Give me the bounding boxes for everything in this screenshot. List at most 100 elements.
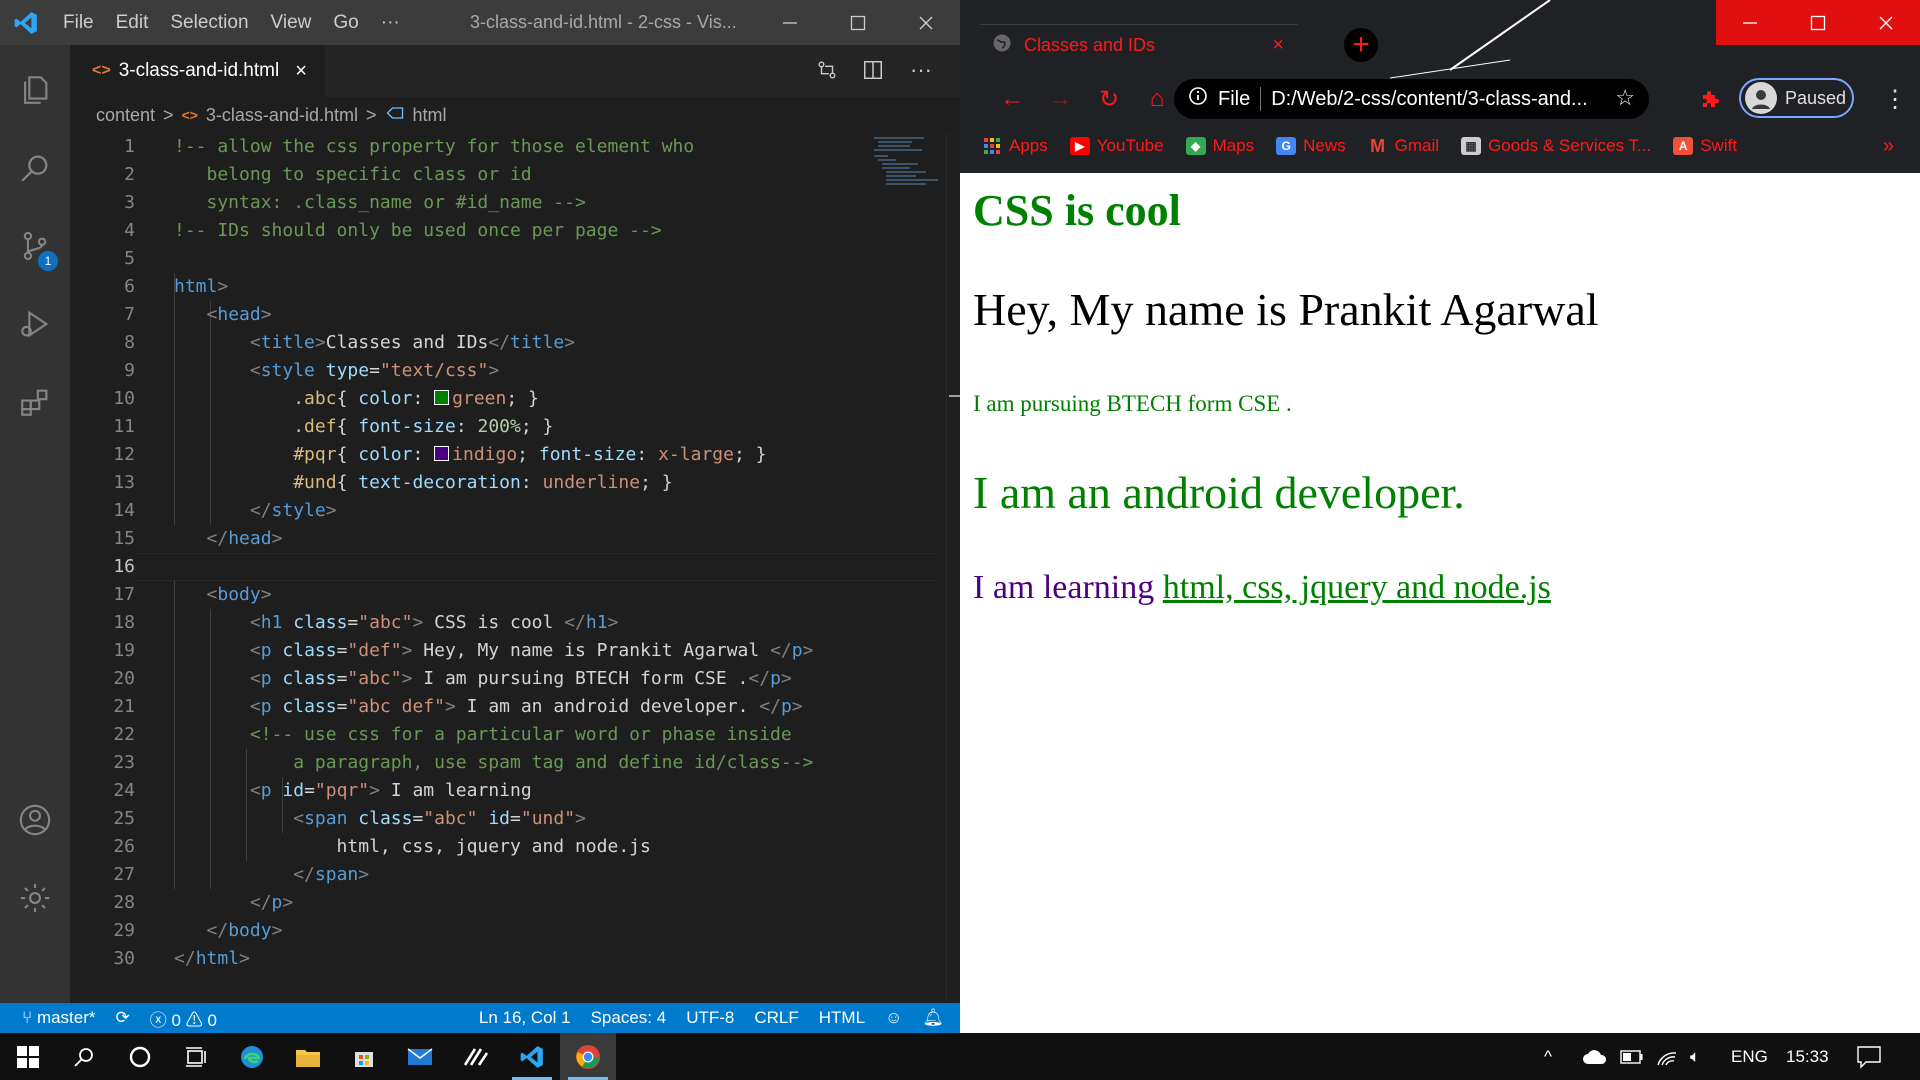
bookmark-swift[interactable]: A Swift (1673, 136, 1737, 156)
address-bar[interactable]: File D:/Web/2-css/content/3-class-and...… (1174, 79, 1649, 119)
code-line: <p class="def"> Hey, My name is Prankit … (249, 640, 814, 661)
cortana-icon[interactable] (112, 1033, 168, 1080)
store-icon[interactable] (336, 1033, 392, 1080)
task-view-icon[interactable] (168, 1033, 224, 1080)
bookmark-youtube[interactable]: ▶ YouTube (1069, 136, 1164, 156)
code-editor[interactable]: 1 2 3 4 5 6 7 8 9 10 11 12 13 14 15 16 17 18 19 20 21 22 23 24 2… (70, 133, 936, 1003)
search-icon[interactable] (56, 1033, 112, 1080)
explorer-icon[interactable] (0, 55, 70, 125)
notifications-bell-icon[interactable]: 🔔︎ (912, 1008, 960, 1028)
minimize-button[interactable] (756, 0, 824, 45)
menu-edit[interactable]: Edit (105, 0, 160, 45)
accounts-icon[interactable] (0, 785, 70, 855)
chrome-header: Classes and IDs × + ← → ↻ ⌂ File D:/Web/… (960, 0, 1920, 173)
show-hidden-icons-chevron-up-icon[interactable]: ^ (1544, 1033, 1552, 1080)
menu-file[interactable]: File (52, 0, 105, 45)
cursor-position[interactable]: Ln 16, Col 1 (469, 1008, 581, 1028)
vscode-taskbar-icon[interactable] (504, 1033, 560, 1080)
chrome-taskbar-icon[interactable] (560, 1033, 616, 1080)
chevron-right-icon: > (163, 104, 174, 125)
forward-arrow-icon[interactable]: → (1040, 75, 1080, 123)
reload-icon[interactable]: ↻ (1089, 75, 1129, 123)
file-explorer-icon[interactable] (280, 1033, 336, 1080)
windows-start-icon[interactable] (0, 1033, 56, 1080)
volume-icon[interactable]: 🔈︎ (1690, 1033, 1700, 1080)
minimize-button[interactable] (1716, 0, 1784, 45)
breadcrumb-folder[interactable]: content (96, 105, 155, 126)
close-button[interactable] (1852, 0, 1920, 45)
mail-icon[interactable] (392, 1033, 448, 1080)
menu-view[interactable]: View (260, 0, 323, 45)
editor-tab-active[interactable]: <> 3-class-and-id.html × (70, 45, 325, 97)
maximize-button[interactable] (1784, 0, 1852, 45)
youtube-icon: ▶ (1069, 137, 1090, 155)
back-arrow-icon[interactable]: ← (992, 75, 1032, 123)
split-editor-icon[interactable] (858, 55, 888, 85)
tab-close-icon[interactable]: × (1272, 34, 1298, 57)
language-mode[interactable]: HTML (809, 1008, 875, 1028)
bookmark-star-icon[interactable]: ☆ (1615, 85, 1635, 111)
breadcrumb-file[interactable]: 3-class-and-id.html (206, 105, 358, 126)
notifications-icon[interactable] (1856, 1033, 1882, 1080)
clock-time[interactable]: 15:33 (1786, 1033, 1829, 1080)
line-number: 29 (113, 920, 135, 941)
bookmark-apps[interactable]: Apps (982, 136, 1048, 156)
chrome-menu-icon[interactable]: ⋮ (1875, 75, 1915, 123)
browser-tab-active[interactable]: Classes and IDs × (980, 24, 1298, 66)
bookmark-news[interactable]: G News (1276, 136, 1346, 156)
battery-icon[interactable] (1620, 1033, 1644, 1080)
settings-gear-icon[interactable] (0, 863, 70, 933)
end-of-line[interactable]: CRLF (744, 1008, 808, 1028)
paragraph-android: I am an android developer. (973, 467, 1465, 518)
info-icon[interactable] (1188, 86, 1208, 112)
color-swatch-indigo-icon[interactable] (434, 446, 450, 461)
bookmark-maps[interactable]: ◆ Maps (1185, 136, 1254, 156)
app-icon[interactable] (448, 1033, 504, 1080)
browser-tab-title: Classes and IDs (1024, 35, 1156, 55)
extensions-icon[interactable] (0, 367, 70, 437)
bookmarks-bar: Apps ▶ YouTube ◆ Maps G News M Gmail ▦ G… (960, 128, 1920, 164)
menu-more[interactable]: ··· (370, 0, 411, 45)
bookmark-label: Swift (1700, 136, 1738, 155)
theme-decoration (1390, 0, 1551, 79)
bookmark-gmail[interactable]: M Gmail (1368, 136, 1439, 156)
profile-button[interactable]: Paused (1739, 78, 1854, 118)
problems-status[interactable]: ⓧ 0 ⚠ 0 (140, 1006, 227, 1031)
new-tab-button[interactable]: + (1344, 28, 1378, 62)
color-swatch-green-icon[interactable] (434, 390, 450, 405)
breadcrumb-symbol[interactable]: html (413, 105, 447, 126)
run-debug-icon[interactable] (0, 289, 70, 359)
menu-go[interactable]: Go (322, 0, 369, 45)
sync-icon[interactable]: ⟳ (106, 1008, 140, 1028)
minimap[interactable] (870, 133, 946, 1003)
tab-close-icon[interactable]: × (295, 60, 307, 83)
menu-selection[interactable]: Selection (159, 0, 259, 45)
extensions-puzzle-icon[interactable] (1691, 75, 1731, 123)
feedback-icon[interactable]: ☺ (875, 1008, 912, 1028)
bookmark-label: News (1303, 136, 1346, 155)
more-bookmarks-icon[interactable]: » (1883, 135, 1894, 158)
close-button[interactable] (892, 0, 960, 45)
encoding[interactable]: UTF-8 (676, 1008, 744, 1028)
more-actions-icon[interactable]: ··· (906, 55, 936, 85)
home-icon[interactable]: ⌂ (1137, 75, 1177, 123)
maximize-button[interactable] (824, 0, 892, 45)
indentation[interactable]: Spaces: 4 (581, 1008, 677, 1028)
search-icon[interactable] (0, 133, 70, 203)
line-number: 2 (124, 164, 135, 185)
editor-scrollbar[interactable] (946, 133, 961, 1003)
bookmark-gst[interactable]: ▦ Goods & Services T... (1461, 136, 1651, 156)
apps-icon (982, 137, 1002, 155)
branch-status[interactable]: ⑂ master* (0, 1008, 106, 1028)
url-text[interactable]: D:/Web/2-css/content/3-class-and... (1271, 88, 1587, 111)
code-line: <h1 class="abc"> CSS is cool </h1> (249, 612, 619, 633)
input-language[interactable]: ENG (1731, 1033, 1768, 1080)
code-line: <head> (206, 304, 272, 325)
html-file-icon: <> (181, 107, 198, 123)
code-line: <p class="abc def"> I am an android deve… (249, 696, 803, 717)
wifi-icon[interactable] (1655, 1033, 1679, 1080)
source-control-icon[interactable]: 1 (0, 211, 70, 281)
onedrive-cloud-icon[interactable] (1582, 1033, 1608, 1080)
edge-icon[interactable] (224, 1033, 280, 1080)
open-changes-icon[interactable] (812, 55, 842, 85)
